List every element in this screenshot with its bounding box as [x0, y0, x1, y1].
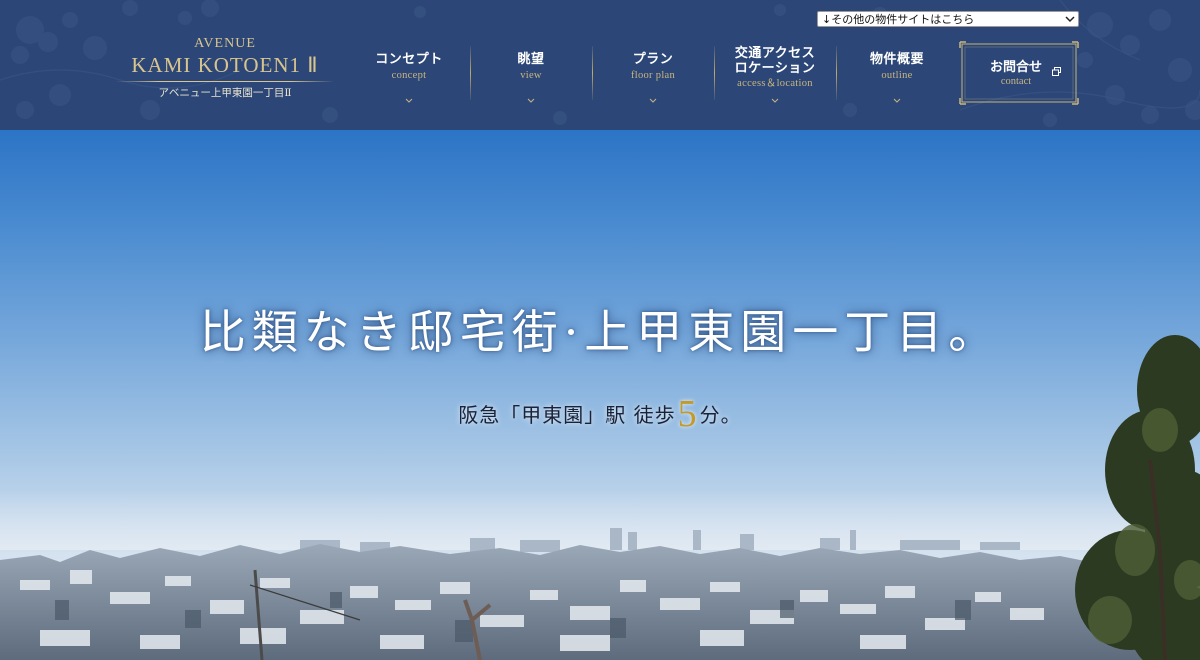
- chevron-down-icon: [405, 98, 413, 103]
- hero-subline-text: 阪急「甲東園」駅 徒歩: [458, 403, 676, 427]
- logo-title: KAMI KOTOEN1 Ⅱ: [131, 53, 319, 77]
- nav-item-sublabel: concept: [391, 70, 427, 81]
- chevron-down-icon: [649, 98, 657, 103]
- nav-item-label-line1: 交通アクセス: [734, 46, 816, 61]
- nav-item-sublabel: view: [520, 70, 542, 81]
- chevron-down-icon: [527, 98, 535, 103]
- nav-item-label: 眺望: [517, 52, 545, 67]
- external-window-icon: [1052, 67, 1061, 76]
- hero-walk-minutes: 5: [677, 393, 698, 435]
- nav-item-label-line2: ロケーション: [734, 61, 816, 76]
- site-logo[interactable]: AVENUE KAMI KOTOEN1 Ⅱ アベニュー上甲東園一丁目Ⅱ: [110, 36, 340, 100]
- chevron-down-icon: [893, 98, 901, 103]
- select-arrow-icon: [1062, 12, 1078, 26]
- logo-avenue: AVENUE: [194, 36, 256, 51]
- nav-item-sublabel: access＆location: [737, 78, 813, 89]
- nav-item-sublabel: outline: [881, 70, 913, 81]
- nav-item-outline[interactable]: 物件概要 outline: [836, 42, 958, 106]
- nav-item-label: 物件概要: [869, 52, 924, 67]
- nav-item-label: プラン: [632, 52, 674, 67]
- other-sites-select[interactable]: ↓その他の物件サイトはこちら: [817, 11, 1079, 27]
- nav-item-sublabel: floor plan: [630, 70, 676, 81]
- hero-subline-suffix: 分。: [699, 403, 742, 427]
- site-header: AVENUE KAMI KOTOEN1 Ⅱ アベニュー上甲東園一丁目Ⅱ ↓その他…: [0, 0, 1200, 130]
- chevron-down-icon: [771, 98, 779, 103]
- hero-headline: 比類なき邸宅街·上甲東園一丁目。: [199, 305, 1001, 359]
- nav-item-access-location[interactable]: 交通アクセス ロケーション access＆location: [714, 42, 836, 106]
- logo-subtitle: アベニュー上甲東園一丁目Ⅱ: [158, 87, 292, 99]
- hero-view: 比類なき邸宅街·上甲東園一丁目。 阪急「甲東園」駅 徒歩5 分。: [0, 130, 1200, 660]
- contact-sublabel: contact: [1000, 76, 1032, 87]
- logo-divider: [116, 81, 334, 82]
- nav-item-concept[interactable]: コンセプト concept: [348, 42, 470, 106]
- hero-subline: 阪急「甲東園」駅 徒歩5 分。: [0, 392, 1200, 437]
- nav-item-label: コンセプト: [375, 52, 443, 67]
- other-sites-select-value: ↓その他の物件サイトはこちら: [822, 13, 975, 26]
- nav-item-view[interactable]: 眺望 view: [470, 42, 592, 106]
- contact-button[interactable]: お問合せ contact: [959, 41, 1079, 105]
- nav-item-floor-plan[interactable]: プラン floor plan: [592, 42, 714, 106]
